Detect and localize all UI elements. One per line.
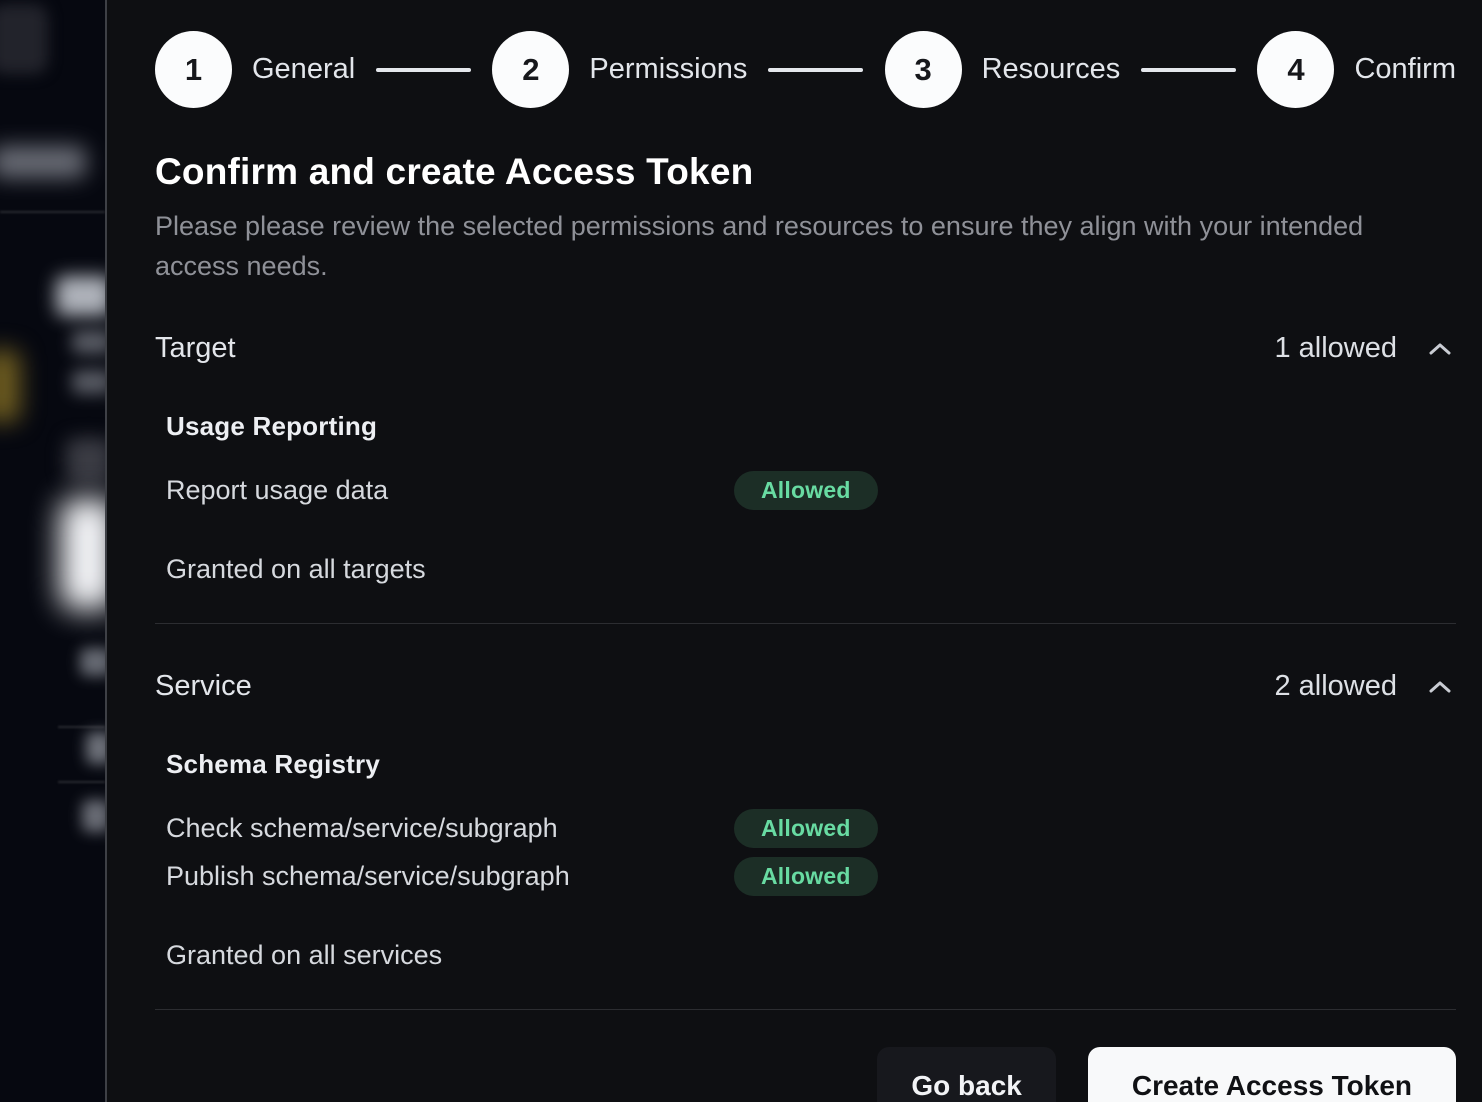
- permission-row: Publish schema/service/subgraph Allowed: [166, 857, 1456, 896]
- wizard-stepper: 1 General 2 Permissions 3 Resources 4 Co…: [155, 31, 1456, 108]
- target-section-header: Target 1 allowed: [155, 332, 1456, 365]
- step-4-number: 4: [1287, 52, 1304, 88]
- step-connector: [768, 68, 863, 72]
- step-3-circle: 3: [885, 31, 962, 108]
- permission-row: Report usage data Allowed: [166, 471, 1456, 510]
- target-section-summary: 1 allowed: [1274, 332, 1456, 365]
- service-section-header: Service 2 allowed: [155, 670, 1456, 703]
- status-badge: Allowed: [734, 471, 878, 510]
- chevron-up-icon: [1428, 680, 1452, 694]
- blurred-text: [72, 370, 105, 394]
- permission-label: Report usage data: [166, 475, 734, 506]
- target-group-title: Usage Reporting: [166, 411, 1456, 442]
- service-collapse-button[interactable]: [1424, 676, 1456, 698]
- status-badge: Allowed: [734, 857, 878, 896]
- page-description: Please please review the selected permis…: [155, 206, 1380, 286]
- step-2-label: Permissions: [589, 53, 747, 86]
- create-access-token-modal: 1 General 2 Permissions 3 Resources 4 Co…: [105, 0, 1482, 1102]
- step-3-number: 3: [914, 52, 931, 88]
- status-badge: Allowed: [734, 809, 878, 848]
- permission-label: Check schema/service/subgraph: [166, 813, 734, 844]
- go-back-button[interactable]: Go back: [877, 1047, 1055, 1102]
- blurred-shape: [66, 438, 105, 482]
- step-1-circle: 1: [155, 31, 232, 108]
- service-allowed-count: 2 allowed: [1274, 670, 1397, 703]
- section-divider: [155, 623, 1456, 624]
- target-granted-note: Granted on all targets: [166, 554, 1456, 585]
- service-group-title: Schema Registry: [166, 749, 1456, 780]
- service-section-summary: 2 allowed: [1274, 670, 1456, 703]
- step-permissions[interactable]: 2 Permissions: [492, 31, 747, 108]
- step-connector: [376, 68, 471, 72]
- step-2-circle: 2: [492, 31, 569, 108]
- blurred-accent-shape: [0, 350, 20, 422]
- blurred-text: [80, 648, 105, 676]
- step-general[interactable]: 1 General: [155, 31, 355, 108]
- step-4-circle: 4: [1257, 31, 1334, 108]
- permission-label: Publish schema/service/subgraph: [166, 861, 734, 892]
- background-page: [0, 0, 105, 1102]
- step-connector: [1141, 68, 1236, 72]
- target-collapse-button[interactable]: [1424, 338, 1456, 360]
- blurred-divider: [0, 211, 105, 213]
- target-permission-group: Usage Reporting Report usage data Allowe…: [166, 411, 1456, 510]
- service-granted-note: Granted on all services: [166, 940, 1456, 971]
- blurred-text: [86, 732, 105, 764]
- step-1-label: General: [252, 53, 355, 86]
- service-permission-group: Schema Registry Check schema/service/sub…: [166, 749, 1456, 896]
- chevron-up-icon: [1428, 342, 1452, 356]
- target-allowed-count: 1 allowed: [1274, 332, 1397, 365]
- blurred-divider: [58, 781, 105, 783]
- modal-footer: Go back Create Access Token: [155, 1047, 1456, 1102]
- blurred-logo: [0, 4, 48, 74]
- target-section-title: Target: [155, 332, 236, 365]
- blurred-text: [82, 800, 105, 832]
- blurred-text: [72, 330, 105, 354]
- page-title: Confirm and create Access Token: [155, 151, 1456, 193]
- step-4-label: Confirm: [1354, 53, 1456, 86]
- blurred-heading: [56, 276, 105, 316]
- blurred-card: [60, 498, 105, 610]
- step-confirm[interactable]: 4 Confirm: [1257, 31, 1456, 108]
- create-access-token-button[interactable]: Create Access Token: [1088, 1047, 1456, 1102]
- step-resources[interactable]: 3 Resources: [885, 31, 1121, 108]
- step-2-number: 2: [522, 52, 539, 88]
- blurred-divider: [58, 726, 105, 728]
- footer-divider: [155, 1009, 1456, 1010]
- service-section-title: Service: [155, 670, 252, 703]
- step-3-label: Resources: [982, 53, 1121, 86]
- blurred-breadcrumb: [0, 146, 86, 178]
- step-1-number: 1: [185, 52, 202, 88]
- permission-row: Check schema/service/subgraph Allowed: [166, 809, 1456, 848]
